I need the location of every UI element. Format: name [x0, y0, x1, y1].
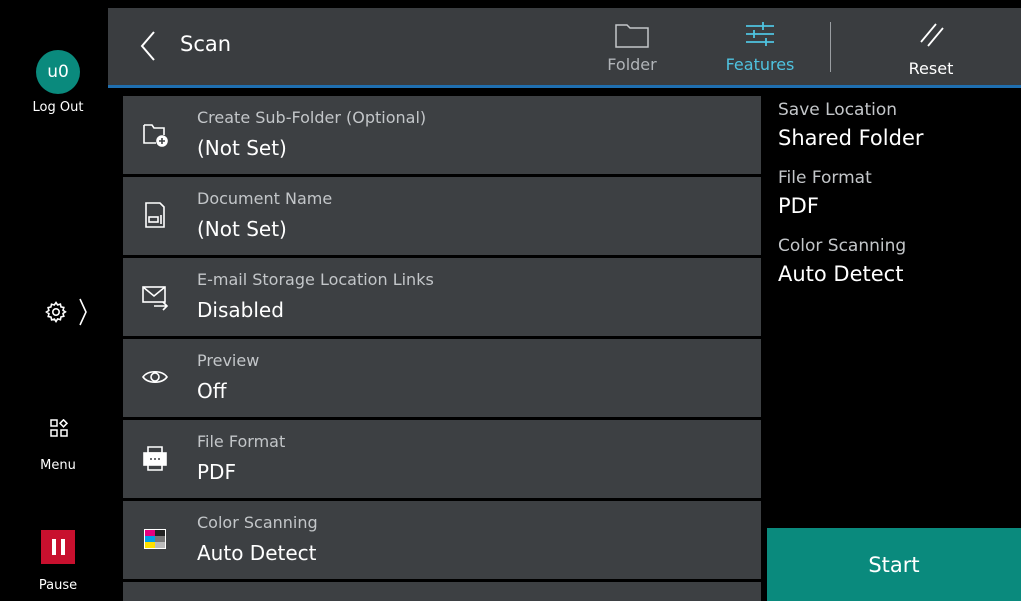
- features-tab[interactable]: Features: [712, 8, 808, 87]
- feature-row-color-scanning[interactable]: Color Scanning Auto Detect: [123, 501, 761, 579]
- feature-row-preview[interactable]: Preview Off: [123, 339, 761, 417]
- pause-label[interactable]: Pause: [8, 578, 108, 593]
- reset-slash-icon: [920, 23, 944, 47]
- sub-folder-add-icon: [139, 118, 171, 150]
- feature-row-file-format[interactable]: File Format PDF: [123, 420, 761, 498]
- folder-tab-label: Folder: [607, 55, 657, 74]
- document-name-icon: [139, 199, 171, 231]
- summary-label: Color Scanning: [778, 236, 907, 256]
- left-rail: u0 Log Out Menu Pause: [8, 8, 108, 601]
- page-title: Scan: [180, 32, 232, 56]
- summary-value: Shared Folder: [778, 126, 924, 150]
- pause-icon-bar: [60, 539, 65, 555]
- feature-label: File Format: [197, 432, 286, 451]
- feature-row-partial[interactable]: [123, 582, 761, 601]
- envelope-arrow-icon: [139, 280, 171, 312]
- features-tab-label: Features: [725, 55, 795, 74]
- feature-label: Create Sub-Folder (Optional): [197, 108, 427, 127]
- header-separator: [830, 22, 831, 72]
- app-header: Scan Folder Features Reset: [108, 8, 1021, 87]
- summary-label: Save Location: [778, 100, 898, 120]
- feature-value: Disabled: [197, 298, 284, 322]
- feature-value: Auto Detect: [197, 541, 317, 565]
- summary-value: Auto Detect: [778, 262, 904, 286]
- feature-value: (Not Set): [197, 136, 287, 160]
- back-chevron-icon[interactable]: [136, 28, 160, 64]
- printer-file-icon: [139, 442, 171, 474]
- chevron-right-icon: [79, 298, 87, 326]
- summary-value: PDF: [778, 194, 819, 218]
- device-settings-button[interactable]: [44, 290, 104, 334]
- feature-value: Off: [197, 379, 227, 403]
- feature-row-document-name[interactable]: Document Name (Not Set): [123, 177, 761, 255]
- feature-label: Preview: [197, 351, 260, 370]
- settings-summary: Save Location Shared Folder File Format …: [767, 88, 1021, 528]
- gear-icon: [45, 301, 67, 323]
- apps-grid-icon: [50, 418, 69, 437]
- user-avatar[interactable]: u0: [36, 50, 80, 94]
- feature-row-email-links[interactable]: E-mail Storage Location Links Disabled: [123, 258, 761, 336]
- start-button[interactable]: Start: [767, 528, 1021, 601]
- feature-list[interactable]: Create Sub-Folder (Optional) (Not Set) D…: [123, 96, 761, 601]
- feature-value: (Not Set): [197, 217, 287, 241]
- reset-label: Reset: [908, 59, 954, 78]
- feature-value: PDF: [197, 460, 236, 484]
- logout-button[interactable]: Log Out: [8, 100, 108, 115]
- folder-tab[interactable]: Folder: [588, 8, 676, 87]
- eye-icon: [139, 361, 171, 393]
- feature-row-sub-folder[interactable]: Create Sub-Folder (Optional) (Not Set): [123, 96, 761, 174]
- summary-label: File Format: [778, 168, 872, 188]
- pause-button[interactable]: [41, 530, 75, 564]
- feature-label: Color Scanning: [197, 513, 318, 532]
- folder-icon: [615, 24, 649, 48]
- feature-label: E-mail Storage Location Links: [197, 270, 434, 289]
- avatar-initials: u0: [47, 62, 69, 82]
- sliders-icon: [746, 22, 774, 46]
- reset-button[interactable]: Reset: [878, 8, 984, 87]
- menu-label[interactable]: Menu: [8, 458, 108, 473]
- color-swatch-icon: [139, 523, 171, 555]
- menu-button[interactable]: [50, 418, 69, 441]
- pause-icon: [51, 539, 56, 555]
- feature-label: Document Name: [197, 189, 333, 208]
